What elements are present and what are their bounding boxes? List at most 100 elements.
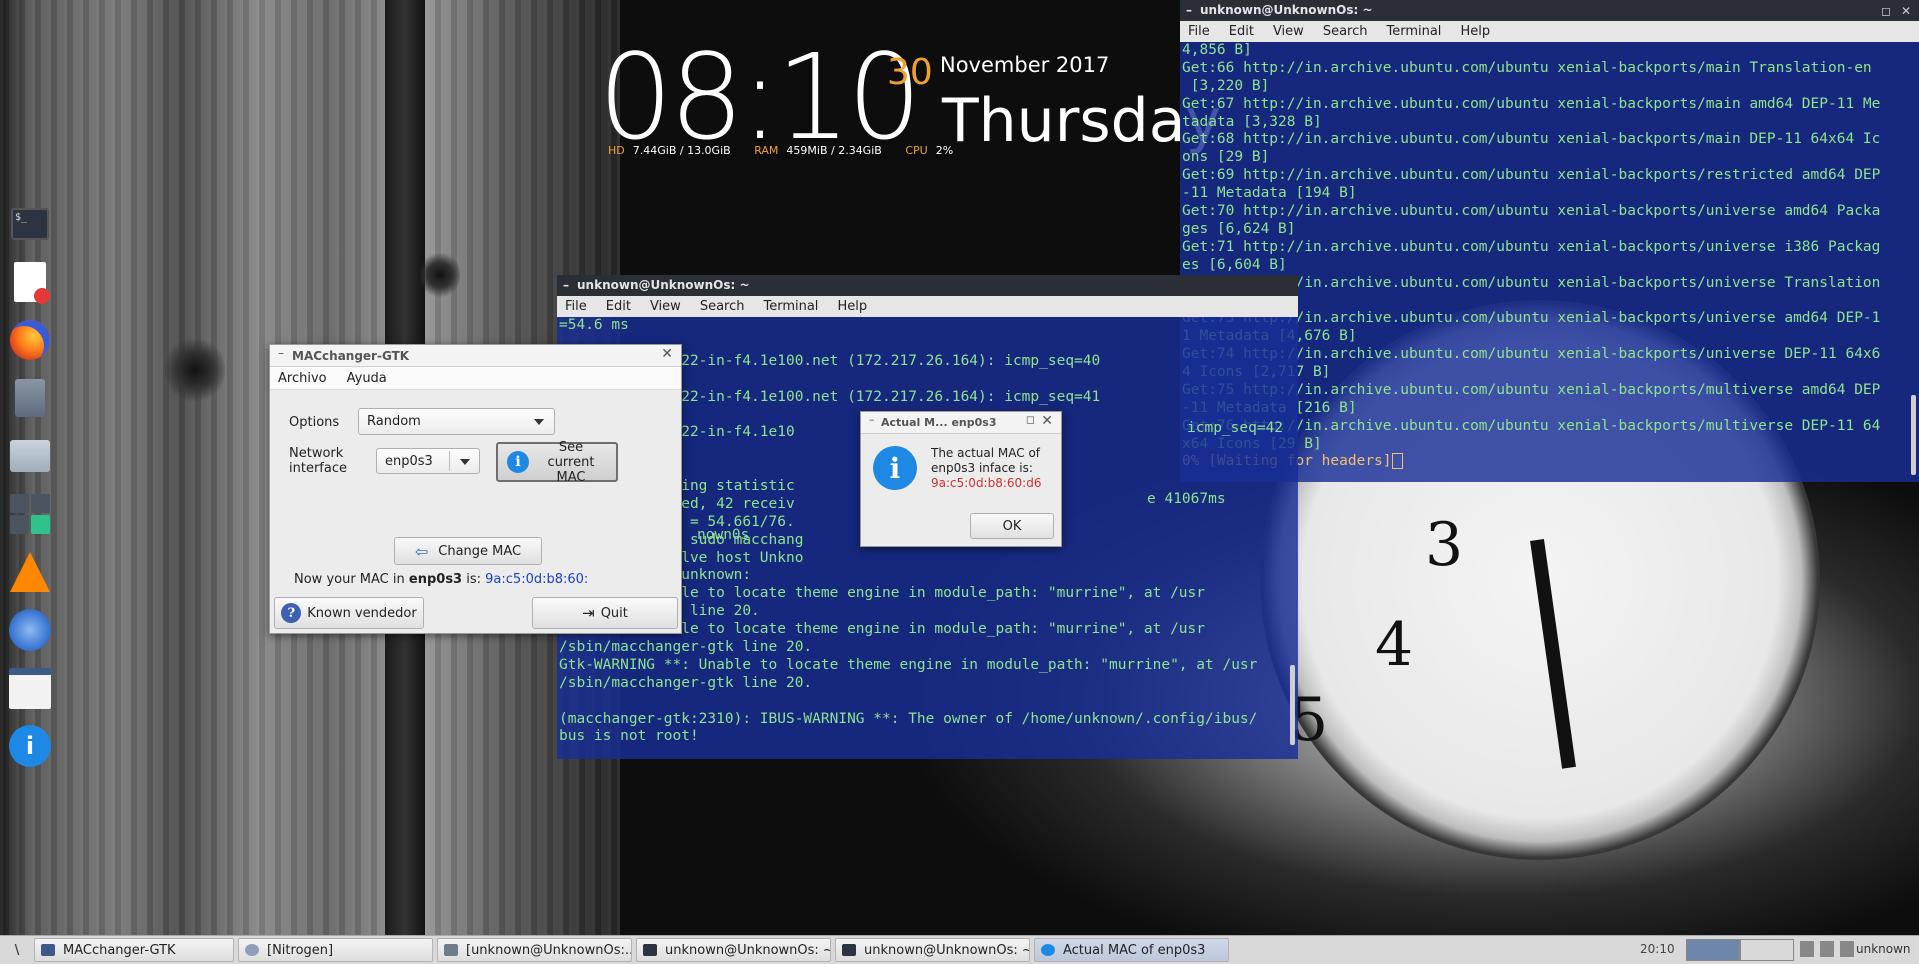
conky-month-year: November 2017 xyxy=(940,53,1110,77)
task-label: [Nitrogen] xyxy=(267,942,334,958)
menu-file[interactable]: File xyxy=(565,298,587,316)
vlc-icon[interactable] xyxy=(6,548,54,596)
text-editor-icon[interactable] xyxy=(6,258,54,306)
menu-help[interactable]: Help xyxy=(1460,23,1490,41)
macchanger-titlebar[interactable]: – MACchanger-GTK ✕ xyxy=(270,345,681,367)
clock-numeral: 3 xyxy=(1425,510,1464,580)
close-icon[interactable]: ✕ xyxy=(1901,3,1911,21)
menu-search[interactable]: Search xyxy=(1323,23,1368,41)
interface-value: enp0s3 xyxy=(385,453,433,469)
scrollbar[interactable] xyxy=(1290,665,1295,745)
options-value: Random xyxy=(367,414,421,429)
quit-button[interactable]: ⇥ Quit xyxy=(532,597,678,629)
taskbar-item-terminal-2[interactable]: unknown@UnknownOs: ~ xyxy=(636,938,831,962)
terminal-line: [3,220 B] xyxy=(1182,77,1270,94)
window-menu-icon[interactable]: – xyxy=(563,277,569,295)
trash-icon[interactable] xyxy=(6,374,54,422)
terminal-titlebar[interactable]: – unknown@UnknownOs: ~ xyxy=(557,275,1298,296)
menu-view[interactable]: View xyxy=(1273,23,1304,41)
close-icon[interactable]: ✕ xyxy=(661,346,673,362)
taskbar-item-actual-mac[interactable]: Actual MAC of enp0s3 xyxy=(1034,938,1229,962)
interface-dropdown[interactable]: enp0s3 xyxy=(376,448,480,474)
terminal-fragment: nown0s xyxy=(697,527,750,543)
menu-edit[interactable]: Edit xyxy=(606,298,631,316)
info-icon: i xyxy=(507,451,529,473)
user-name[interactable]: unknown xyxy=(1856,942,1911,956)
maximize-icon[interactable]: ◻ xyxy=(1026,413,1035,426)
macchanger-window[interactable]: – MACchanger-GTK ✕ Archivo Ayuda Options… xyxy=(269,344,682,634)
taskbar-item-terminal-1[interactable]: [unknown@UnknownOs:... xyxy=(437,938,632,962)
taskbar-item-nitrogen[interactable]: [Nitrogen] xyxy=(238,938,433,962)
taskbar-item-macchanger[interactable]: MACchanger-GTK xyxy=(34,938,234,962)
ok-button[interactable]: OK xyxy=(970,513,1054,539)
taskbar-item-terminal-3[interactable]: unknown@UnknownOs: ~ xyxy=(835,938,1030,962)
dialog-message: The actual MAC of enp0s3 inface is: 9a:c… xyxy=(931,446,1057,491)
start-menu-button[interactable]: \ xyxy=(0,936,34,964)
terminal-title: unknown@UnknownOs: ~ xyxy=(1200,2,1373,17)
clipboard-icon[interactable] xyxy=(1800,941,1814,957)
hd-value: 7.44GiB / 13.0GiB xyxy=(632,144,731,157)
help-icon: ? xyxy=(281,603,302,623)
nitrogen-icon xyxy=(245,944,259,956)
menu-terminal[interactable]: Terminal xyxy=(763,298,818,316)
window-menu-icon[interactable]: – xyxy=(1186,2,1192,20)
see-current-mac-button[interactable]: i See current MAC xyxy=(496,439,618,485)
status-prefix: Now your MAC in xyxy=(294,572,405,587)
firefox-icon[interactable] xyxy=(6,316,54,364)
workspace-1[interactable] xyxy=(1686,939,1740,961)
dialog-message-text: The actual MAC of enp0s3 inface is: xyxy=(931,446,1041,475)
menu-view[interactable]: View xyxy=(650,298,681,316)
terminal-menubar: File Edit View Search Terminal Help xyxy=(1180,21,1919,42)
info-icon[interactable]: i xyxy=(6,722,54,770)
xfce-settings-icon[interactable] xyxy=(6,606,54,654)
menu-search[interactable]: Search xyxy=(700,298,745,316)
terminal-line: 4,856 B] xyxy=(1182,42,1252,58)
system-tray xyxy=(1800,941,1854,957)
terminal-menubar: File Edit View Search Terminal Help xyxy=(557,296,1298,317)
terminal-line: /sbin/macchanger-gtk line 20. xyxy=(559,674,813,691)
menu-file[interactable]: File xyxy=(1188,23,1210,41)
terminal-fragment: icmp_seq=42 xyxy=(1187,420,1284,436)
actual-mac-dialog[interactable]: – Actual M... enp0s3 ◻ ✕ i The actual MA… xyxy=(860,411,1062,547)
close-icon[interactable]: ✕ xyxy=(1041,413,1053,429)
terminal-line: Get:71 http://in.archive.ubuntu.com/ubun… xyxy=(1182,238,1881,255)
file-manager-icon[interactable] xyxy=(6,432,54,480)
conky-day-number: 30 xyxy=(887,52,933,93)
network-icon[interactable] xyxy=(1820,941,1834,957)
scrollbar[interactable] xyxy=(1911,395,1916,475)
menu-ayuda[interactable]: Ayuda xyxy=(347,371,387,386)
workspace-pager[interactable] xyxy=(1686,939,1796,961)
terminal-line: Gtk-WARNING **: Unable to locate theme e… xyxy=(559,656,1258,673)
menu-edit[interactable]: Edit xyxy=(1229,23,1254,41)
options-label: Options xyxy=(289,415,340,430)
maximize-icon[interactable]: ◻ xyxy=(1881,3,1891,21)
terminal-line: /sbin/macchanger-gtk line 20. xyxy=(559,639,813,656)
ram-label: RAM xyxy=(754,144,779,157)
change-mac-button[interactable]: ⇦ Change MAC xyxy=(394,537,542,565)
dialog-titlebar[interactable]: – Actual M... enp0s3 ◻ ✕ xyxy=(861,412,1061,434)
window-menu-icon[interactable]: – xyxy=(869,413,875,426)
info-icon xyxy=(1041,944,1055,956)
known-vendor-button[interactable]: ? Known vendedor xyxy=(274,597,424,629)
see-current-mac-label: See current MAC xyxy=(547,439,595,485)
dialog-title: Actual M... enp0s3 xyxy=(881,416,997,429)
options-dropdown[interactable]: Random xyxy=(358,408,555,435)
terminal-icon[interactable]: $_ xyxy=(6,200,54,248)
window-menu-icon[interactable]: – xyxy=(278,346,284,360)
menu-help[interactable]: Help xyxy=(837,298,867,316)
chevron-down-icon xyxy=(460,459,470,465)
volume-icon[interactable] xyxy=(1840,941,1854,957)
workspace-2[interactable] xyxy=(1740,939,1794,961)
app-dock: $_ i xyxy=(6,200,56,780)
menu-terminal[interactable]: Terminal xyxy=(1386,23,1441,41)
status-is: is: xyxy=(466,572,482,587)
terminal-line: bus is not root! xyxy=(559,728,699,745)
terminal-titlebar[interactable]: – unknown@UnknownOs: ~ ◻ ✕ xyxy=(1180,0,1919,21)
terminal-line: (macchanger-gtk:2310): IBUS-WARNING **: … xyxy=(559,710,1258,727)
window-icon[interactable] xyxy=(6,664,54,712)
calculator-icon[interactable] xyxy=(6,490,54,538)
menu-archivo[interactable]: Archivo xyxy=(278,371,327,386)
terminal-line: ges [6,624 B] xyxy=(1182,220,1296,237)
taskbar-clock[interactable]: 20:10 xyxy=(1640,942,1675,956)
